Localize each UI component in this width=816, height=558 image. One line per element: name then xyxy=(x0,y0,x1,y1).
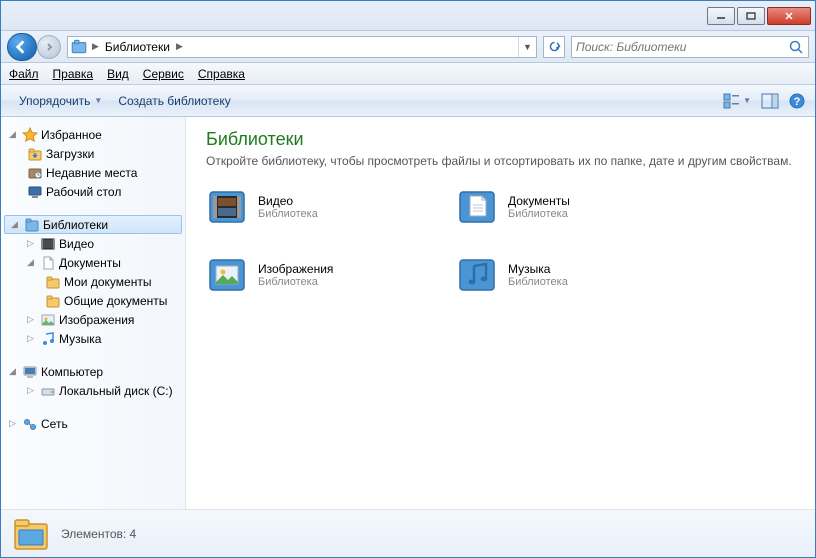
address-dropdown[interactable]: ▼ xyxy=(518,37,536,57)
tree-desktop[interactable]: Рабочий стол xyxy=(1,182,185,201)
explorer-window: ▶ Библиотеки ▶ ▼ Файл Правка Вид Сервис … xyxy=(0,0,816,558)
details-pane: Элементов: 4 xyxy=(1,509,815,557)
body: ◢Избранное Загрузки Недавние места Рабоч… xyxy=(1,117,815,509)
view-mode-button[interactable]: ▼ xyxy=(723,93,751,109)
search-icon xyxy=(788,39,804,55)
help-button[interactable]: ? xyxy=(789,93,805,109)
tree-my-documents[interactable]: Мои документы xyxy=(1,272,185,291)
tree-video[interactable]: ▷Видео xyxy=(1,234,185,253)
recent-icon xyxy=(27,165,43,181)
menu-file[interactable]: Файл xyxy=(9,67,39,81)
library-grid: ВидеоБиблиотека ДокументыБиблиотека Изоб… xyxy=(206,186,795,322)
libraries-icon xyxy=(24,217,40,233)
menu-help[interactable]: Справка xyxy=(198,67,245,81)
page-title: Библиотеки xyxy=(206,129,795,150)
tree-public-documents[interactable]: Общие документы xyxy=(1,291,185,310)
organize-button[interactable]: Упорядочить ▼ xyxy=(11,91,110,111)
tree-network[interactable]: ▷Сеть xyxy=(1,414,185,433)
back-button[interactable] xyxy=(7,33,37,61)
content-pane: Библиотеки Откройте библиотеку, чтобы пр… xyxy=(186,117,815,509)
menu-bar: Файл Правка Вид Сервис Справка xyxy=(1,63,815,85)
tree-favorites[interactable]: ◢Избранное xyxy=(1,125,185,144)
library-video[interactable]: ВидеоБиблиотека xyxy=(206,186,456,228)
disk-icon xyxy=(40,383,56,399)
documents-library-icon xyxy=(456,186,498,228)
titlebar xyxy=(1,1,815,31)
documents-icon xyxy=(40,255,56,271)
tree-computer[interactable]: ◢Компьютер xyxy=(1,362,185,381)
pictures-library-icon xyxy=(206,254,248,296)
menu-view[interactable]: Вид xyxy=(107,67,129,81)
breadcrumb-libraries[interactable]: Библиотеки xyxy=(101,40,174,54)
video-library-icon xyxy=(206,186,248,228)
tree-downloads[interactable]: Загрузки xyxy=(1,144,185,163)
tree-recent[interactable]: Недавние места xyxy=(1,163,185,182)
search-box[interactable] xyxy=(571,36,809,58)
page-subtitle: Откройте библиотеку, чтобы просмотреть ф… xyxy=(206,154,795,168)
tree-pictures[interactable]: ▷Изображения xyxy=(1,310,185,329)
refresh-button[interactable] xyxy=(543,36,565,58)
new-library-button[interactable]: Создать библиотеку xyxy=(110,91,238,111)
menu-edit[interactable]: Правка xyxy=(53,67,94,81)
library-music[interactable]: МузыкаБиблиотека xyxy=(456,254,706,296)
close-button[interactable] xyxy=(767,7,811,25)
minimize-button[interactable] xyxy=(707,7,735,25)
downloads-icon xyxy=(27,146,43,162)
libraries-large-icon xyxy=(11,514,51,554)
computer-icon xyxy=(22,364,38,380)
forward-button[interactable] xyxy=(37,35,61,59)
library-pictures[interactable]: ИзображенияБиблиотека xyxy=(206,254,456,296)
address-bar[interactable]: ▶ Библиотеки ▶ ▼ xyxy=(67,36,537,58)
star-icon xyxy=(22,127,38,143)
libraries-icon xyxy=(70,38,88,56)
music-library-icon xyxy=(456,254,498,296)
network-icon xyxy=(22,416,38,432)
folder-icon xyxy=(45,293,61,309)
preview-pane-button[interactable] xyxy=(761,93,779,109)
chevron-right-icon[interactable]: ▶ xyxy=(174,41,185,52)
status-count: Элементов: 4 xyxy=(61,527,136,541)
tree-documents[interactable]: ◢Документы xyxy=(1,253,185,272)
music-icon xyxy=(40,331,56,347)
pictures-icon xyxy=(40,312,56,328)
maximize-button[interactable] xyxy=(737,7,765,25)
folder-icon xyxy=(45,274,61,290)
command-bar: Упорядочить ▼ Создать библиотеку ▼ ? xyxy=(1,85,815,117)
svg-text:?: ? xyxy=(794,96,801,108)
desktop-icon xyxy=(27,184,43,200)
video-icon xyxy=(40,236,56,252)
menu-tools[interactable]: Сервис xyxy=(143,67,184,81)
tree-libraries[interactable]: ◢Библиотеки xyxy=(4,215,182,234)
search-input[interactable] xyxy=(576,40,788,54)
library-documents[interactable]: ДокументыБиблиотека xyxy=(456,186,706,228)
tree-local-disk[interactable]: ▷Локальный диск (C:) xyxy=(1,381,185,400)
address-row: ▶ Библиотеки ▶ ▼ xyxy=(1,31,815,63)
chevron-right-icon[interactable]: ▶ xyxy=(90,41,101,52)
navigation-pane: ◢Избранное Загрузки Недавние места Рабоч… xyxy=(1,117,186,509)
tree-music[interactable]: ▷Музыка xyxy=(1,329,185,348)
